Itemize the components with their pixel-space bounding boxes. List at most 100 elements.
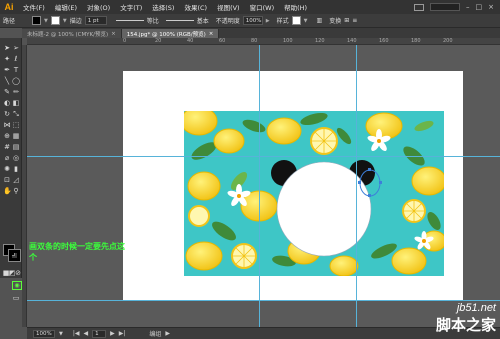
menu-object[interactable]: 对象(O) — [82, 2, 115, 12]
chevron-down-icon[interactable]: ▼ — [63, 18, 67, 24]
mesh-tool-icon[interactable]: # — [3, 143, 11, 151]
search-input[interactable] — [430, 3, 460, 11]
tutorial-annotation: 画双条的时候一定要先点这个 — [29, 242, 125, 262]
rotate-tool-icon[interactable]: ↻ — [3, 110, 11, 118]
pencil-tool-icon[interactable]: ✏ — [12, 88, 20, 96]
eyedropper-icon[interactable]: ⌀ — [3, 154, 11, 162]
ruler-tick-label: 120 — [315, 38, 325, 44]
draw-inside-icon[interactable]: ◉ — [13, 282, 21, 290]
ruler-tick-label: 140 — [347, 38, 357, 44]
horizontal-ruler[interactable]: 0 20 40 60 80 100 120 140 160 180 200 — [27, 38, 500, 45]
symbol-sprayer-icon[interactable]: ✺ — [3, 165, 11, 173]
gradient-tool-icon[interactable]: ▤ — [12, 143, 20, 151]
ruler-tick-label: 60 — [219, 38, 226, 44]
zoom-field[interactable]: 100% — [33, 329, 55, 338]
blend-tool-icon[interactable]: ◎ — [12, 154, 20, 162]
workspace-icon[interactable] — [414, 3, 424, 11]
vertical-guide[interactable] — [356, 45, 357, 327]
tab-untitled[interactable]: 未标题-2 @ 100% (CMYK/预览) × — [22, 29, 122, 38]
stroke-swatch[interactable] — [50, 16, 60, 25]
zoom-tool-icon[interactable]: ⚲ — [12, 187, 20, 195]
ruler-tick-label: 0 — [123, 38, 127, 44]
menu-type[interactable]: 文字(T) — [115, 2, 147, 12]
chevron-down-icon[interactable]: ▼ — [59, 331, 63, 337]
ruler-tick-label: 40 — [187, 38, 194, 44]
profile-label[interactable]: 等比 — [147, 16, 159, 25]
ruler-tick-label: 80 — [251, 38, 258, 44]
menu-select[interactable]: 选择(S) — [147, 2, 179, 12]
direct-selection-tool-icon[interactable]: ➢ — [12, 44, 20, 52]
stroke-color-icon[interactable] — [8, 249, 21, 262]
stroke-profile-preview[interactable] — [115, 20, 144, 21]
magic-wand-icon[interactable]: ✦ — [3, 55, 11, 63]
next-artboard-icon[interactable]: ▶ — [110, 330, 115, 337]
pen-tool-icon[interactable]: ✒ — [3, 66, 11, 74]
close-icon[interactable]: × — [111, 31, 116, 37]
menu-help[interactable]: 帮助(H) — [279, 2, 312, 12]
ruler-tick-label: 100 — [283, 38, 293, 44]
artboard-number-field[interactable]: 1 — [92, 329, 107, 338]
stroke-label[interactable]: 描边 — [70, 16, 82, 25]
chevron-down-icon[interactable]: ▼ — [304, 18, 308, 24]
maximize-icon[interactable]: □ — [476, 3, 483, 11]
transform-label[interactable]: 变换 — [329, 16, 341, 25]
artboard-tool-icon[interactable]: ⊡ — [3, 176, 11, 184]
eraser-tool-icon[interactable]: ◧ — [12, 99, 20, 107]
none-mode-icon[interactable]: ⊘ — [14, 269, 22, 277]
style-swatch[interactable] — [291, 16, 301, 25]
selection-tool-icon[interactable]: ➤ — [3, 44, 11, 52]
width-tool-icon[interactable]: ⋈ — [3, 121, 11, 129]
line-tool-icon[interactable]: ╲ — [3, 77, 11, 85]
lemon-pattern-image[interactable] — [184, 111, 444, 276]
stroke-weight-field[interactable]: 1 pt — [84, 16, 107, 25]
chevron-right-icon[interactable]: ▶ — [165, 330, 170, 337]
minimize-icon[interactable]: – — [466, 3, 470, 11]
brush-preview[interactable] — [165, 20, 194, 21]
lemon-pattern-svg — [184, 111, 444, 276]
free-transform-icon[interactable]: ⬚ — [12, 121, 20, 129]
perspective-grid-icon[interactable]: ▦ — [12, 132, 20, 140]
menu-right-controls: – □ × — [414, 3, 500, 11]
menu-window[interactable]: 窗口(W) — [245, 2, 280, 12]
brush-tool-icon[interactable]: ✎ — [3, 88, 11, 96]
type-tool-icon[interactable]: T — [12, 66, 20, 74]
opacity-field[interactable]: 100% — [242, 16, 263, 25]
shape-builder-icon[interactable]: ⊕ — [3, 132, 11, 140]
align-icon[interactable]: ▥ — [317, 17, 323, 24]
menu-edit[interactable]: 编辑(E) — [50, 2, 82, 12]
close-icon[interactable]: × — [209, 31, 214, 37]
slice-tool-icon[interactable]: ◿ — [12, 176, 20, 184]
fill-swatch[interactable] — [32, 16, 42, 25]
close-icon[interactable]: × — [488, 3, 494, 11]
ruler-tick-label: 180 — [411, 38, 421, 44]
vertical-guide[interactable] — [259, 45, 260, 327]
blob-brush-icon[interactable]: ◐ — [3, 99, 11, 107]
panel-menu-icon[interactable]: ≡ — [352, 17, 357, 24]
horizontal-guide[interactable] — [27, 300, 500, 301]
menu-file[interactable]: 文件(F) — [18, 2, 50, 12]
brush-label[interactable]: 基本 — [197, 16, 209, 25]
tab-154-jpg[interactable]: 154.jpg* @ 100% (RGB/预览) × — [121, 29, 220, 38]
lasso-icon[interactable]: ℓ — [12, 55, 20, 63]
prev-artboard-icon[interactable]: ◀ — [84, 330, 89, 337]
hand-tool-icon[interactable]: ✋ — [3, 187, 12, 195]
horizontal-guide[interactable] — [27, 156, 500, 157]
ellipse-tool-icon[interactable]: ◯ — [12, 77, 20, 85]
menu-view[interactable]: 视图(V) — [212, 2, 245, 12]
menu-effect[interactable]: 效果(C) — [179, 2, 212, 12]
scale-tool-icon[interactable]: ⤡ — [12, 110, 20, 118]
graph-tool-icon[interactable]: ▮ — [12, 165, 20, 173]
ruler-tick-label: 200 — [443, 38, 453, 44]
last-artboard-icon[interactable]: ▶| — [119, 330, 126, 337]
first-artboard-icon[interactable]: |◀ — [73, 330, 80, 337]
opacity-label[interactable]: 不透明度 — [216, 16, 240, 25]
chevron-right-icon[interactable]: ▶ — [266, 18, 270, 24]
chevron-down-icon[interactable]: ▼ — [44, 18, 48, 24]
draw-mode-highlight[interactable]: ◉ — [12, 281, 22, 290]
selection-type-label: 路径 — [3, 18, 16, 25]
watermark-title: 脚本之家 — [435, 317, 496, 334]
screen-mode-icon[interactable]: ▭ — [12, 294, 20, 302]
canvas-area[interactable] — [27, 45, 500, 327]
arrange-icon[interactable]: ⊞ — [344, 17, 349, 24]
watermark-url: jb51.net — [456, 302, 496, 314]
